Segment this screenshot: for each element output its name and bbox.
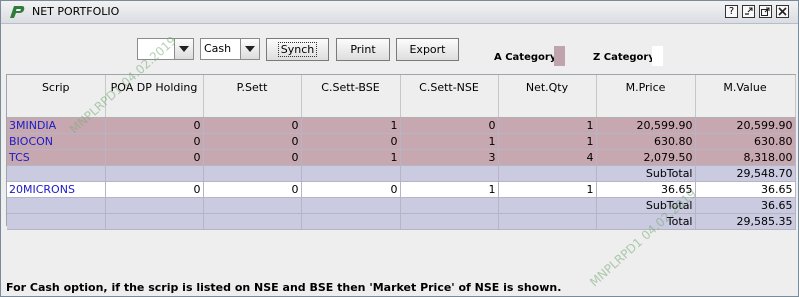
- cell-c-sett-nse: 3: [400, 149, 499, 166]
- cell-empty: [7, 165, 106, 182]
- cell-net-qty: 1: [498, 181, 597, 198]
- cell-poa: 0: [105, 181, 204, 198]
- toolbar: Cash Synch Print Export A Category Z Cat…: [1, 24, 798, 74]
- app-logo-icon: [10, 6, 25, 18]
- cell-c-sett-bse: 1: [301, 149, 401, 166]
- cell-subtotal-value: 29,548.70: [695, 165, 796, 182]
- cell-scrip: 20MICRONS: [7, 181, 106, 198]
- cell-total-value: 29,585.35: [695, 213, 796, 230]
- cell-net-qty: 1: [498, 117, 597, 134]
- cell-empty: [203, 213, 302, 230]
- cell-empty: [203, 165, 302, 182]
- col-header-m-value[interactable]: M.Value: [695, 75, 796, 118]
- cell-total-label: Total: [596, 213, 696, 230]
- synch-button-label: Synch: [277, 42, 318, 57]
- cell-p-sett: 0: [203, 181, 302, 198]
- cell-p-sett: 0: [203, 133, 302, 150]
- a-category-swatch: [554, 46, 565, 66]
- cell-m-value: 36.65: [695, 181, 796, 198]
- cell-empty: [7, 213, 106, 230]
- subtotal-row[interactable]: SubTotal 36.65: [7, 197, 796, 214]
- close-icon[interactable]: [776, 5, 789, 18]
- table-row[interactable]: TCS 0 0 1 3 4 2,079.50 8,318.00: [7, 149, 796, 166]
- cell-scrip: 3MINDIA: [7, 117, 106, 134]
- col-header-scrip[interactable]: Scrip: [7, 75, 106, 118]
- cell-m-value: 630.80: [695, 133, 796, 150]
- z-category-swatch: [652, 46, 663, 66]
- cell-m-price: 630.80: [596, 133, 696, 150]
- cell-p-sett: 0: [203, 117, 302, 134]
- cell-empty: [400, 165, 499, 182]
- cell-subtotal-label: SubTotal: [596, 165, 696, 182]
- cell-c-sett-bse: 1: [301, 117, 401, 134]
- print-button[interactable]: Print: [336, 38, 390, 61]
- footer-note: For Cash option, if the scrip is listed …: [6, 281, 562, 294]
- cell-empty: [498, 197, 597, 214]
- cell-empty: [105, 165, 204, 182]
- table-row[interactable]: 3MINDIA 0 0 1 0 1 20,599.90 20,599.90: [7, 117, 796, 134]
- cell-net-qty: 4: [498, 149, 597, 166]
- cell-p-sett: 0: [203, 149, 302, 166]
- cell-poa: 0: [105, 149, 204, 166]
- cell-empty: [498, 213, 597, 230]
- cell-scrip: TCS: [7, 149, 106, 166]
- export-button[interactable]: Export: [396, 38, 459, 61]
- cell-m-price: 2,079.50: [596, 149, 696, 166]
- table-header-row: Scrip POA DP Holding P.Sett C.Sett-BSE C…: [7, 75, 796, 118]
- col-header-c-sett-bse[interactable]: C.Sett-BSE: [301, 75, 401, 118]
- portfolio-table: Scrip POA DP Holding P.Sett C.Sett-BSE C…: [6, 74, 796, 230]
- cell-empty: [400, 213, 499, 230]
- cell-c-sett-bse: 0: [301, 133, 401, 150]
- title-bar[interactable]: NET PORTFOLIO ?: [1, 1, 798, 24]
- col-header-net-qty[interactable]: Net.Qty: [498, 75, 597, 118]
- cell-m-price: 36.65: [596, 181, 696, 198]
- cell-m-price: 20,599.90: [596, 117, 696, 134]
- account-dropdown[interactable]: [137, 38, 194, 60]
- table-row[interactable]: 20MICRONS 0 0 0 1 1 36.65 36.65: [7, 181, 796, 198]
- cell-c-sett-nse: 0: [400, 117, 499, 134]
- cell-empty: [301, 165, 401, 182]
- cell-empty: [7, 197, 106, 214]
- subtotal-row[interactable]: SubTotal 29,548.70: [7, 165, 796, 182]
- segment-dropdown[interactable]: Cash: [200, 38, 260, 60]
- cell-c-sett-bse: 0: [301, 181, 401, 198]
- cell-c-sett-nse: 1: [400, 181, 499, 198]
- col-header-poa-dp-holding[interactable]: POA DP Holding: [105, 75, 204, 118]
- help-icon[interactable]: ?: [725, 5, 738, 18]
- cell-m-value: 8,318.00: [695, 149, 796, 166]
- cell-empty: [105, 197, 204, 214]
- export-button-label: Export: [409, 43, 446, 56]
- cell-poa: 0: [105, 133, 204, 150]
- cell-empty: [203, 197, 302, 214]
- cell-empty: [105, 213, 204, 230]
- synch-button[interactable]: Synch: [266, 38, 329, 61]
- cell-subtotal-value: 36.65: [695, 197, 796, 214]
- net-portfolio-window: NET PORTFOLIO ? Cash Synch Print Export …: [0, 0, 799, 297]
- minimize-icon[interactable]: [742, 5, 755, 18]
- segment-dropdown-value: Cash: [204, 42, 232, 55]
- chevron-down-icon[interactable]: [174, 39, 193, 59]
- cell-poa: 0: [105, 117, 204, 134]
- col-header-m-price[interactable]: M.Price: [596, 75, 696, 118]
- cell-net-qty: 1: [498, 133, 597, 150]
- cell-empty: [498, 165, 597, 182]
- table-row[interactable]: BIOCON 0 0 0 1 1 630.80 630.80: [7, 133, 796, 150]
- col-header-p-sett[interactable]: P.Sett: [203, 75, 302, 118]
- chevron-down-icon[interactable]: [240, 39, 259, 59]
- print-button-label: Print: [350, 43, 376, 56]
- cell-scrip: BIOCON: [7, 133, 106, 150]
- cell-empty: [301, 197, 401, 214]
- cell-empty: [301, 213, 401, 230]
- cell-empty: [400, 197, 499, 214]
- cell-subtotal-label: SubTotal: [596, 197, 696, 214]
- total-row[interactable]: Total 29,585.35: [7, 213, 796, 230]
- a-category-label: A Category: [494, 52, 557, 63]
- window-title: NET PORTFOLIO: [32, 5, 120, 18]
- z-category-label: Z Category: [593, 52, 655, 63]
- cell-c-sett-nse: 1: [400, 133, 499, 150]
- maximize-icon[interactable]: [759, 5, 772, 18]
- cell-m-value: 20,599.90: [695, 117, 796, 134]
- col-header-c-sett-nse[interactable]: C.Sett-NSE: [400, 75, 499, 118]
